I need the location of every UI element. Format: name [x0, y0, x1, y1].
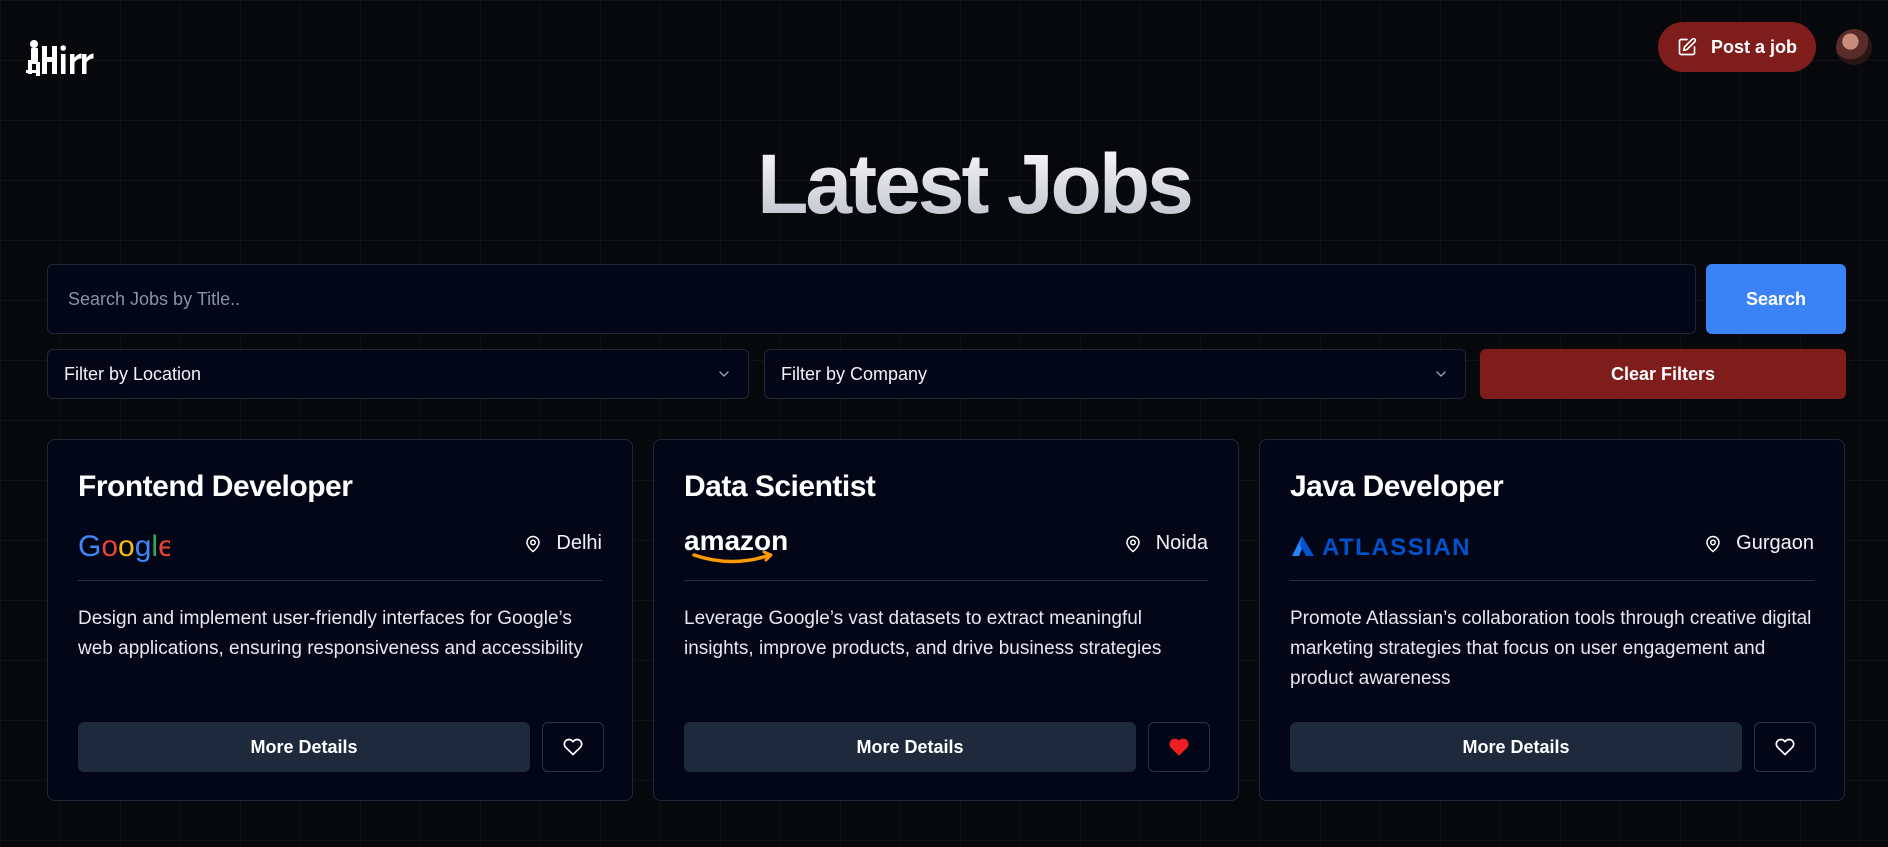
card-divider [78, 580, 602, 581]
post-job-label: Post a job [1710, 36, 1797, 57]
job-location-label: Gurgaon [1736, 532, 1814, 554]
clear-filters-button[interactable]: Clear Filters [1480, 349, 1846, 399]
post-job-button[interactable]: Post a job [1658, 22, 1816, 72]
map-pin-icon [526, 535, 541, 552]
company-filter-label: Filter by Company [781, 363, 928, 384]
job-title: Java Developer [1290, 470, 1504, 503]
edit-icon [1678, 37, 1697, 56]
heart-outline-icon [563, 738, 583, 756]
search-input[interactable] [47, 264, 1696, 334]
job-location: Gurgaon [1704, 532, 1814, 555]
amazon-logo-icon: amazon [684, 528, 788, 564]
job-description: Promote Atlassian’s collaboration tools … [1290, 608, 1812, 689]
atlassian-logo: ATLASSIAN [1290, 528, 1470, 564]
avatar[interactable] [1836, 29, 1872, 65]
job-description: Design and implement user-friendly inter… [78, 608, 583, 659]
job-location: Delhi [524, 532, 602, 555]
job-card: Java Developer ATLASSIAN Gurgaon Promote… [1259, 439, 1845, 801]
svg-text:amazon: amazon [684, 528, 788, 556]
job-card: Data Scientist amazon Noida Leverage Goo… [653, 439, 1239, 801]
google-logo-icon: Google [78, 530, 170, 562]
job-location: Noida [1124, 532, 1208, 555]
card-divider [684, 580, 1208, 581]
page-title: Latest Jobs [0, 136, 1888, 233]
heart-filled-icon [1169, 738, 1189, 756]
map-pin-icon [1125, 535, 1140, 552]
search-button[interactable]: Search [1706, 264, 1846, 334]
more-details-button[interactable]: More Details [684, 722, 1136, 772]
logo-icon [26, 40, 94, 76]
job-title: Data Scientist [684, 470, 876, 503]
job-location-label: Noida [1155, 532, 1208, 554]
save-job-button[interactable] [1148, 722, 1210, 772]
job-title: Frontend Developer [78, 470, 353, 503]
chevron-down-icon [1436, 371, 1446, 377]
more-details-button[interactable]: More Details [78, 722, 530, 772]
amazon-logo: amazon [684, 528, 788, 564]
heart-outline-icon [1775, 738, 1795, 756]
job-location-label: Delhi [556, 532, 602, 554]
card-divider [1290, 580, 1814, 581]
svg-text:ATLASSIAN: ATLASSIAN [1322, 534, 1470, 561]
job-description: Leverage Google’s vast datasets to extra… [684, 608, 1162, 659]
header: Post a job [0, 0, 1888, 120]
hirrd-logo[interactable] [24, 38, 100, 90]
company-filter-select[interactable]: Filter by Company [764, 349, 1466, 399]
save-job-button[interactable] [1754, 722, 1816, 772]
atlassian-logo-icon: ATLASSIAN [1292, 534, 1470, 561]
save-job-button[interactable] [542, 722, 604, 772]
google-logo: Google [78, 528, 170, 564]
more-details-button[interactable]: More Details [1290, 722, 1742, 772]
location-filter-select[interactable]: Filter by Location [47, 349, 749, 399]
job-card: Frontend Developer Google Delhi Design a… [47, 439, 633, 801]
map-pin-icon [1706, 535, 1720, 552]
location-filter-label: Filter by Location [64, 363, 202, 384]
svg-text:Google: Google [78, 530, 170, 562]
chevron-down-icon [719, 371, 729, 377]
